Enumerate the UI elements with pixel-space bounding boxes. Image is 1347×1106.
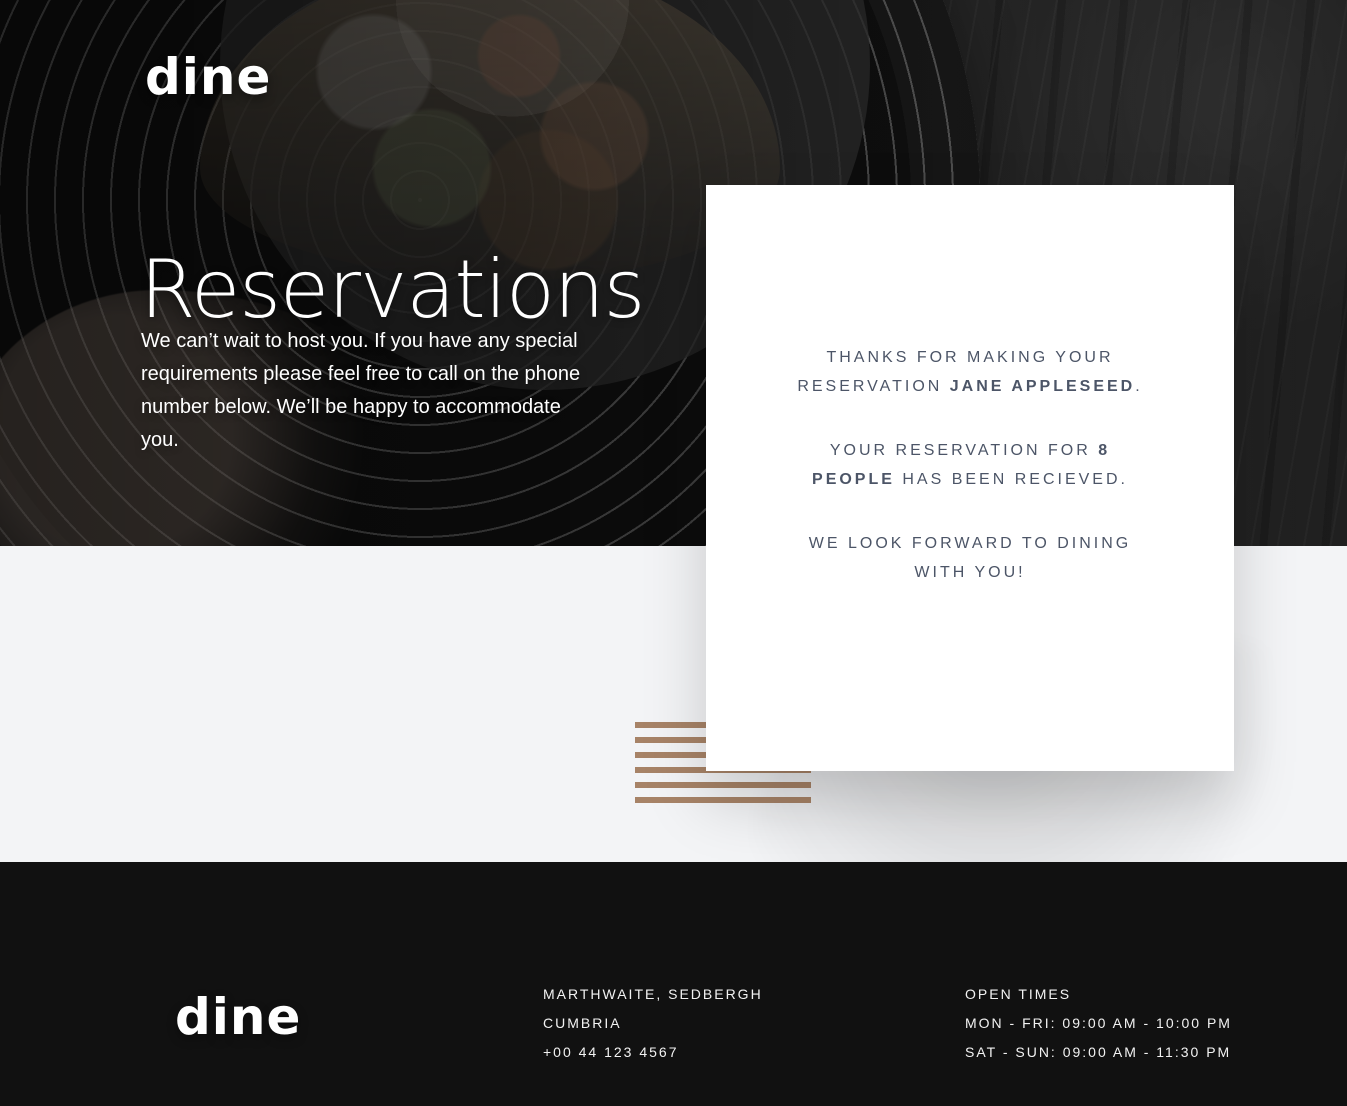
confirmation-card: THANKS FOR MAKING YOUR RESERVATION JANE … <box>706 185 1234 771</box>
thanks-message: THANKS FOR MAKING YOUR RESERVATION JANE … <box>790 343 1150 401</box>
guest-name: JANE APPLESEED <box>949 378 1136 395</box>
page-title: Reservations <box>140 242 645 336</box>
thanks-suffix: . <box>1135 378 1143 395</box>
reservation-message: YOUR RESERVATION FOR 8 PEOPLE HAS BEEN R… <box>790 436 1150 494</box>
phone-number[interactable]: +00 44 123 4567 <box>543 1038 763 1067</box>
hours-weekdays: MON - FRI: 09:00 AM - 10:00 PM <box>965 1015 1232 1031</box>
hours-weekend: SAT - SUN: 09:00 AM - 11:30 PM <box>965 1044 1232 1060</box>
decorative-line <box>635 782 811 788</box>
open-times-title: OPEN TIMES <box>965 986 1072 1002</box>
closing-message: WE LOOK FORWARD TO DINING WITH YOU! <box>808 535 1132 581</box>
confirmation-text: THANKS FOR MAKING YOUR RESERVATION JANE … <box>790 343 1150 587</box>
hero-description: We can’t wait to host you. If you have a… <box>141 330 581 451</box>
decorative-line <box>635 797 811 803</box>
footer-address: MARTHWAITE, SEDBERGH CUMBRIA +00 44 123 … <box>543 980 763 1067</box>
reservation-prefix: YOUR RESERVATION FOR <box>829 442 1099 459</box>
reservation-suffix: HAS BEEN RECIEVED. <box>894 471 1128 488</box>
footer: dine MARTHWAITE, SEDBERGH CUMBRIA +00 44… <box>0 862 1347 1106</box>
footer-hours: OPEN TIMES MON - FRI: 09:00 AM - 10:00 P… <box>965 980 1232 1067</box>
footer-logo[interactable]: dine <box>175 992 301 1042</box>
header-logo[interactable]: dine <box>145 52 271 102</box>
address-line-1: MARTHWAITE, SEDBERGH <box>543 986 763 1002</box>
address-line-2: CUMBRIA <box>543 1015 622 1031</box>
